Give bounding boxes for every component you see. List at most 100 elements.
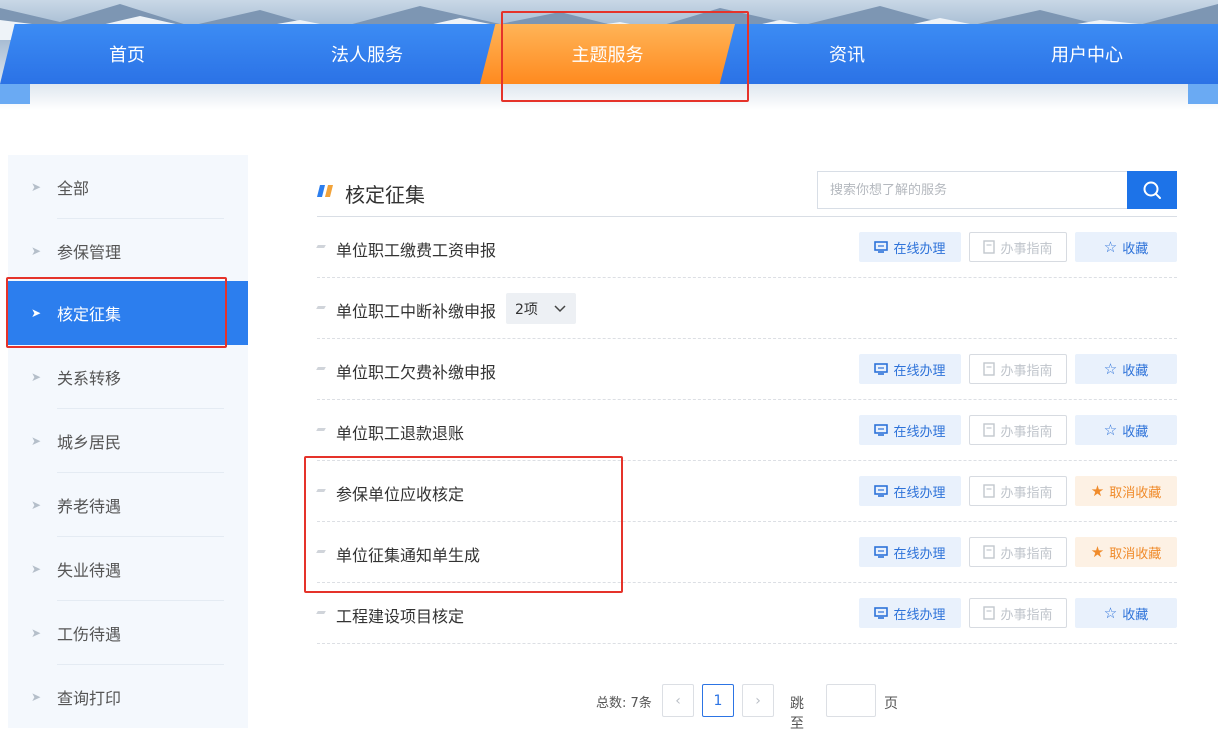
online-handle-label: 在线办理 [893,485,946,501]
service-name[interactable]: 单位职工中断补缴申报 [336,298,496,322]
chevron-right-icon: ➤ [31,434,42,448]
online-handle-button[interactable]: 在线办理 [859,598,961,628]
chevron-down-icon [554,304,566,312]
sidebar-item-label: 核定征集 [57,305,122,324]
chevron-left-icon: ‹ [675,692,681,709]
favorite-label: 收藏 [1122,607,1149,623]
service-name[interactable]: 工程建设项目核定 [336,603,464,627]
sidebar-item-unemployment-benefits[interactable]: ➤ 失业待遇 [8,537,248,601]
sidebar-item-all[interactable]: ➤ 全部 [8,155,248,219]
favorite-label: 收藏 [1122,363,1149,379]
guide-button[interactable]: 办事指南 [969,598,1067,628]
nav-item-theme-services[interactable]: 主题服务 [480,24,735,84]
guide-button[interactable]: 办事指南 [969,415,1067,445]
sidebar-item-insurance-management[interactable]: ➤ 参保管理 [8,219,248,283]
page-unit-label: 页 [884,696,898,712]
monitor-icon [874,424,889,436]
guide-label: 办事指南 [1000,607,1053,623]
guide-label: 办事指南 [1000,546,1053,562]
jump-page-input[interactable] [826,684,876,717]
chevron-right-icon: › [755,692,761,709]
category-sidebar: ➤ 全部 ➤ 参保管理 ➤ 核定征集 ➤ 关系转移 ➤ 城乡居民 ➤ 养老待遇 … [8,155,248,728]
sidebar-item-verification-collection[interactable]: ➤ 核定征集 [8,281,248,345]
online-handle-button[interactable]: 在线办理 [859,476,961,506]
nav-left-edge [0,84,30,104]
nav-item-legal-services[interactable]: 法人服务 [247,24,487,84]
star-outline-icon: ☆ [1103,360,1118,378]
bullet-dash [316,611,326,614]
star-outline-icon: ☆ [1103,238,1118,256]
document-icon [983,606,996,620]
guide-button[interactable]: 办事指南 [969,537,1067,567]
online-handle-button[interactable]: 在线办理 [859,232,961,262]
service-row: 单位职工退款退账 在线办理 办事指南 ☆ 收藏 [316,400,1177,461]
document-icon [983,484,996,498]
guide-button[interactable]: 办事指南 [969,232,1067,262]
nav-item-home[interactable]: 首页 [7,24,247,84]
nav-item-news[interactable]: 资讯 [727,24,967,84]
nav-item-user-center[interactable]: 用户中心 [967,24,1207,84]
sidebar-item-label: 全部 [57,179,90,198]
sidebar-item-injury-benefits[interactable]: ➤ 工伤待遇 [8,601,248,665]
service-name[interactable]: 单位职工缴费工资申报 [336,237,496,261]
online-handle-label: 在线办理 [893,546,946,562]
jump-label: 跳至 [790,696,804,732]
nav-right-edge [1188,84,1218,104]
service-name[interactable]: 单位职工欠费补缴申报 [336,359,496,383]
document-icon [983,240,996,254]
online-handle-button[interactable]: 在线办理 [859,415,961,445]
monitor-icon [874,485,889,497]
service-row: 单位征集通知单生成 在线办理 办事指南 ★ 取消收藏 [316,522,1177,583]
monitor-icon [874,607,889,619]
sidebar-item-label: 工伤待遇 [57,625,122,644]
favorite-button[interactable]: ☆ 收藏 [1075,354,1177,384]
service-row: 工程建设项目核定 在线办理 办事指南 ☆ 收藏 [316,583,1177,644]
service-row: 参保单位应收核定 在线办理 办事指南 ★ 取消收藏 [316,461,1177,522]
chevron-right-icon: ➤ [31,244,42,258]
online-handle-button[interactable]: 在线办理 [859,537,961,567]
bullet-dash [316,428,326,431]
prev-page-button[interactable]: ‹ [662,684,694,717]
bullet-dash [316,306,326,309]
document-icon [983,423,996,437]
service-row: 单位职工缴费工资申报 在线办理 办事指南 ☆ 收藏 [316,217,1177,278]
sidebar-item-label: 查询打印 [57,689,122,708]
service-name[interactable]: 参保单位应收核定 [336,481,464,505]
page-number-button[interactable]: 1 [702,684,734,717]
service-row: 单位职工欠费补缴申报 在线办理 办事指南 ☆ 收藏 [316,339,1177,400]
favorite-label: 收藏 [1122,424,1149,440]
sidebar-item-label: 关系转移 [57,369,122,388]
sidebar-item-query-print[interactable]: ➤ 查询打印 [8,665,248,729]
online-handle-button[interactable]: 在线办理 [859,354,961,384]
favorite-button[interactable]: ☆ 收藏 [1075,598,1177,628]
unfavorite-button[interactable]: ★ 取消收藏 [1075,537,1177,567]
sidebar-item-urban-rural-residents[interactable]: ➤ 城乡居民 [8,409,248,473]
chevron-right-icon: ➤ [31,562,42,576]
online-handle-label: 在线办理 [893,241,946,257]
sidebar-item-pension-benefits[interactable]: ➤ 养老待遇 [8,473,248,537]
unfavorite-button[interactable]: ★ 取消收藏 [1075,476,1177,506]
online-handle-label: 在线办理 [893,363,946,379]
next-page-button[interactable]: › [742,684,774,717]
favorite-button[interactable]: ☆ 收藏 [1075,415,1177,445]
service-name[interactable]: 单位征集通知单生成 [336,542,480,566]
guide-button[interactable]: 办事指南 [969,354,1067,384]
total-count: 总数: 7条 [596,696,652,711]
service-name[interactable]: 单位职工退款退账 [336,420,464,444]
sub-item-dropdown[interactable]: 2项 [506,293,576,324]
star-outline-icon: ☆ [1103,421,1118,439]
chevron-right-icon: ➤ [31,180,42,194]
search-button[interactable] [1127,171,1177,209]
section-title-icon [317,185,333,197]
online-handle-label: 在线办理 [893,424,946,440]
sidebar-item-label: 城乡居民 [57,433,122,452]
unfavorite-label: 取消收藏 [1109,546,1162,562]
chevron-right-icon: ➤ [31,626,42,640]
guide-label: 办事指南 [1000,241,1053,257]
search-input[interactable] [818,172,1128,208]
guide-label: 办事指南 [1000,363,1053,379]
monitor-icon [874,546,889,558]
sidebar-item-relation-transfer[interactable]: ➤ 关系转移 [8,345,248,409]
guide-button[interactable]: 办事指南 [969,476,1067,506]
favorite-button[interactable]: ☆ 收藏 [1075,232,1177,262]
